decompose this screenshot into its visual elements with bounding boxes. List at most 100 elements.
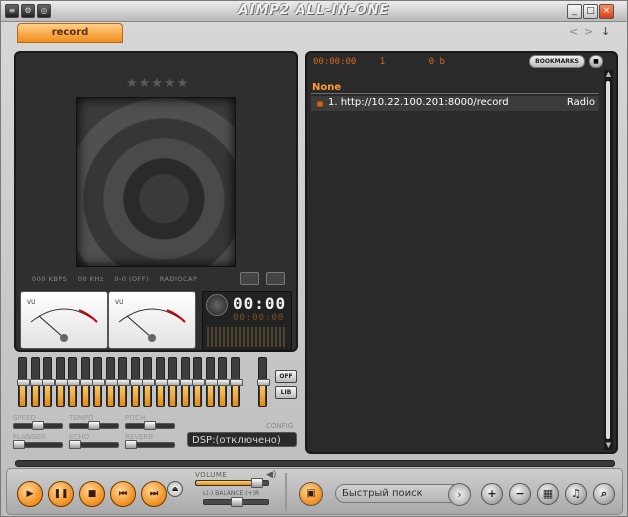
eq-band-thumb[interactable]: [129, 379, 143, 386]
eq-band-slider[interactable]: [217, 357, 230, 407]
effect-pitch[interactable]: PITCH: [125, 414, 175, 432]
visualization-icon[interactable]: [240, 272, 259, 285]
effect-slider-thumb[interactable]: [88, 421, 100, 430]
eq-off-button[interactable]: OFF: [275, 370, 297, 383]
effect-slider-thumb[interactable]: [69, 440, 81, 449]
dsp-selector[interactable]: DSP:(отключено): [187, 432, 297, 447]
playlist-scrollbar[interactable]: ▲ ▼: [604, 70, 613, 450]
eq-band-thumb[interactable]: [179, 379, 193, 386]
eq-band-thumb[interactable]: [29, 379, 43, 386]
eq-band-slider[interactable]: [104, 357, 118, 407]
close-button[interactable]: ×: [599, 4, 614, 19]
tab-record[interactable]: record: [17, 23, 123, 43]
eq-band-slider[interactable]: [179, 357, 193, 407]
eq-band-thumb[interactable]: [167, 379, 180, 386]
seek-bar[interactable]: [15, 460, 615, 467]
eq-band-thumb[interactable]: [42, 379, 55, 386]
eq-band-slider[interactable]: [142, 357, 155, 407]
balance-thumb[interactable]: [231, 497, 243, 507]
volume-thumb[interactable]: [251, 478, 263, 488]
remove-files-button[interactable]: −: [509, 483, 531, 505]
eq-band-thumb[interactable]: [117, 379, 130, 386]
effect-flanger[interactable]: FLANGER: [13, 433, 63, 451]
next-button[interactable]: ⏭: [141, 481, 167, 507]
eq-band-thumb[interactable]: [17, 379, 30, 386]
eq-band-slider[interactable]: [29, 357, 43, 407]
rating-stars[interactable]: ★★★★★: [126, 76, 189, 91]
open-file-icon[interactable]: ⏏: [167, 481, 183, 497]
eq-band-thumb[interactable]: [217, 379, 230, 386]
eq-band-slider[interactable]: [204, 357, 218, 407]
playlist-track[interactable]: 1. http://10.22.100.201:8000/record Radi…: [311, 96, 599, 111]
effect-slider-thumb[interactable]: [13, 440, 25, 449]
effects-panel: SPEED TEMPO PITCH FLANGER ECHO REVERB: [9, 412, 183, 452]
eq-band-thumb[interactable]: [154, 379, 168, 386]
eq-band-slider[interactable]: [79, 357, 93, 407]
eq-band-thumb[interactable]: [192, 379, 205, 386]
balance-label: L(-) BALANCE (+)R: [203, 490, 260, 497]
effect-reverb[interactable]: REVERB: [125, 433, 175, 451]
tab-next-icon[interactable]: >: [584, 25, 593, 38]
play-button[interactable]: ▶: [17, 481, 43, 507]
eq-band-thumb[interactable]: [104, 379, 118, 386]
eq-preamp-thumb[interactable]: [257, 379, 270, 386]
sort-button[interactable]: ▦: [537, 483, 559, 505]
search-go-button[interactable]: ›: [448, 483, 471, 506]
eq-band-slider[interactable]: [192, 357, 205, 407]
tab-prev-icon[interactable]: <: [569, 25, 578, 38]
eq-band-slider[interactable]: [54, 357, 68, 407]
playlist-group-name[interactable]: None: [312, 82, 341, 93]
effect-label: PITCH: [125, 414, 146, 422]
eq-preamp-slider[interactable]: [257, 357, 270, 407]
playlist-misc-button[interactable]: ♫: [565, 483, 587, 505]
eq-band-slider[interactable]: [117, 357, 130, 407]
stop-button[interactable]: ■: [79, 481, 105, 507]
tab-menu-icon[interactable]: ↓: [601, 25, 610, 38]
effect-slider-thumb[interactable]: [32, 421, 44, 430]
eq-band-slider[interactable]: [129, 357, 143, 407]
volume-slider[interactable]: [195, 478, 269, 488]
eq-band-thumb[interactable]: [142, 379, 155, 386]
effect-slider-thumb[interactable]: [144, 421, 156, 430]
time-display[interactable]: 00:00 00:00:00: [202, 291, 292, 351]
radio-icon[interactable]: [266, 272, 285, 285]
bookmarks-lock-icon[interactable]: ■: [589, 55, 603, 68]
scroll-thumb[interactable]: [606, 81, 610, 439]
eq-band-slider[interactable]: [67, 357, 80, 407]
effect-echo[interactable]: ECHO: [69, 433, 119, 451]
time-mode-knob[interactable]: [206, 294, 228, 316]
eq-band-thumb[interactable]: [79, 379, 93, 386]
scroll-up-icon[interactable]: ▲: [604, 70, 613, 79]
eq-band-slider[interactable]: [229, 357, 243, 407]
eq-band-slider[interactable]: [17, 357, 30, 407]
scroll-down-icon[interactable]: ▼: [604, 441, 613, 450]
minimize-button[interactable]: _: [567, 4, 582, 19]
add-files-button[interactable]: +: [481, 483, 503, 505]
title-bar[interactable]: ≡ ⚙ ◎ AIMP2 ALL-IN-ONE _ □ ×: [1, 1, 627, 22]
playlist-tab-bar: record < > ↓: [11, 23, 619, 43]
eq-band-thumb[interactable]: [92, 379, 105, 386]
eq-band-thumb[interactable]: [54, 379, 68, 386]
maximize-button[interactable]: □: [583, 4, 598, 19]
lock-icon[interactable]: ▣: [299, 482, 323, 506]
find-button[interactable]: ⌕: [593, 483, 615, 505]
balance-slider[interactable]: [203, 497, 269, 507]
eq-band-slider[interactable]: [167, 357, 180, 407]
bookmarks-button[interactable]: BOOKMARKS: [529, 55, 585, 68]
eq-band-slider[interactable]: [42, 357, 55, 407]
vu-right-label: VU: [115, 299, 124, 306]
aimp-window: ≡ ⚙ ◎ AIMP2 ALL-IN-ONE _ □ × record < > …: [0, 0, 628, 517]
eq-lib-button[interactable]: LIB: [275, 386, 297, 399]
eq-band-thumb[interactable]: [204, 379, 218, 386]
eq-band-slider[interactable]: [154, 357, 168, 407]
effect-speed[interactable]: SPEED: [13, 414, 63, 432]
eq-band-thumb[interactable]: [67, 379, 80, 386]
previous-button[interactable]: ⏮: [110, 481, 136, 507]
eq-band-slider[interactable]: [92, 357, 105, 407]
pause-button[interactable]: ❚❚: [48, 481, 74, 507]
speaker-icon[interactable]: ◀): [266, 470, 276, 480]
equalizer: OFF LIB: [14, 353, 298, 411]
eq-band-thumb[interactable]: [229, 379, 243, 386]
effect-tempo[interactable]: TEMPO: [69, 414, 119, 432]
effect-slider-thumb[interactable]: [125, 440, 137, 449]
